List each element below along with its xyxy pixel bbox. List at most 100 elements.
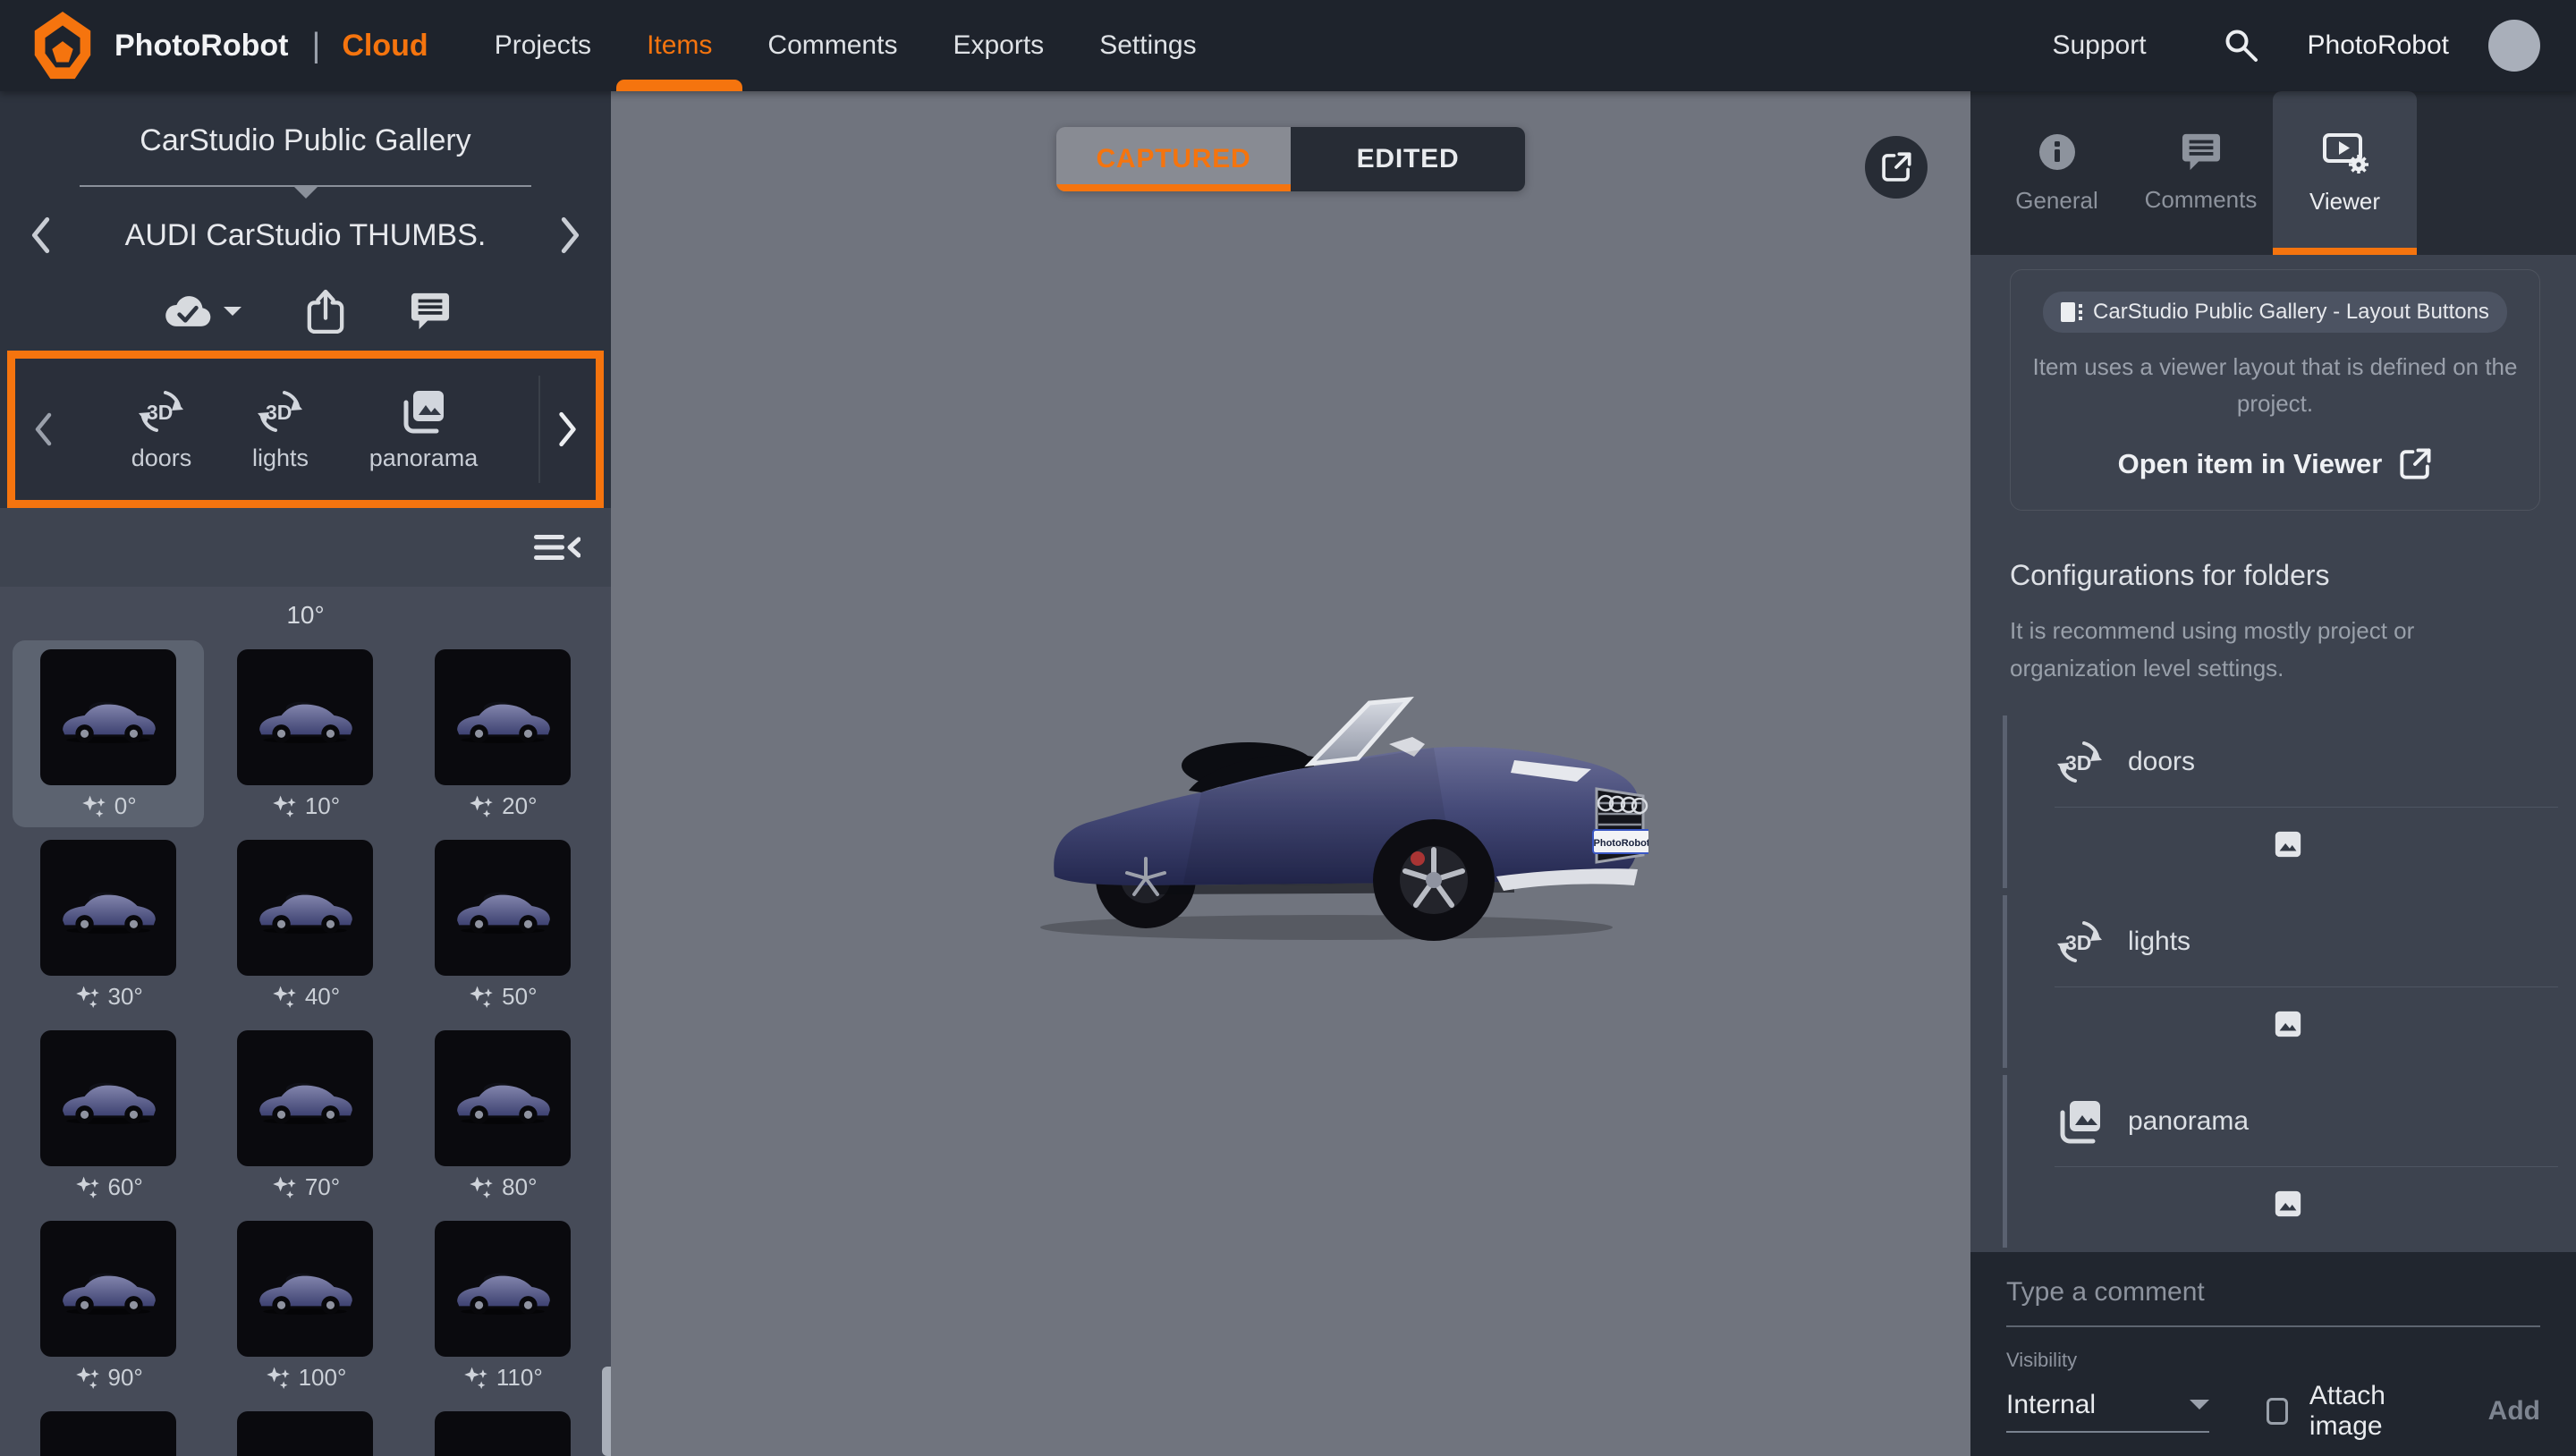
sparkle-icon: [468, 1174, 495, 1201]
search-icon[interactable]: [2224, 28, 2259, 63]
nav-link-settings[interactable]: Settings: [1099, 28, 1196, 63]
cloud-check-icon: [161, 292, 215, 331]
thumbnail-image: [237, 1030, 374, 1166]
collapse-list-icon[interactable]: [534, 534, 580, 561]
info-icon: [2037, 131, 2078, 173]
gallery-title[interactable]: CarStudio Public Gallery: [0, 123, 611, 158]
thumbnail-image: [434, 1411, 571, 1456]
attach-image-label: Attach image: [2309, 1381, 2385, 1441]
folder-header-panorama[interactable]: panorama: [2010, 1096, 2565, 1147]
thumbnail-40[interactable]: 40°: [209, 831, 401, 1018]
angle-group-label: 10°: [286, 601, 325, 629]
sparkle-icon: [74, 1365, 101, 1392]
thumbnail-50[interactable]: 50°: [407, 831, 598, 1018]
open-in-new-icon: [2398, 447, 2432, 481]
photo-stack-icon: [2055, 1096, 2105, 1147]
thumbnail-image: [434, 1030, 571, 1166]
sparkle-icon: [271, 984, 298, 1011]
folder-button-doors[interactable]: doors: [131, 386, 191, 472]
visibility-label: Visibility: [2006, 1349, 2078, 1371]
right-panel: General Comments Viewer CarStudio Public…: [1970, 91, 2576, 1456]
tab-comments[interactable]: Comments: [2129, 91, 2273, 255]
thumbnail-image: [40, 1411, 177, 1456]
tab-edited[interactable]: EDITED: [1291, 127, 1525, 191]
left-sidebar: CarStudio Public Gallery AUDI CarStudio …: [0, 91, 611, 1456]
thumbnail-90[interactable]: 90°: [13, 1212, 204, 1399]
item-title[interactable]: AUDI CarStudio THUMBS.: [54, 218, 557, 253]
folder-image-slot[interactable]: [2010, 1189, 2565, 1219]
thumbnail-image: [434, 840, 571, 976]
attach-image-checkbox-row[interactable]: Attach image: [2266, 1381, 2429, 1442]
brand-name: PhotoRobot: [114, 28, 289, 63]
nav-link-projects[interactable]: Projects: [495, 28, 591, 63]
viewer-settings-icon: [2322, 131, 2368, 174]
next-item-button[interactable]: [557, 216, 584, 255]
thumbnail-image: [40, 1221, 177, 1357]
sparkle-icon: [468, 793, 495, 820]
thumbnail-30[interactable]: 30°: [13, 831, 204, 1018]
thumbnail-130[interactable]: [209, 1402, 401, 1456]
folder-button-panorama[interactable]: panorama: [369, 386, 478, 472]
thumbnail-image: [434, 1221, 571, 1357]
thumbnail-60[interactable]: 60°: [13, 1021, 204, 1208]
comment-bubble-icon[interactable]: [410, 292, 451, 331]
chevron-down-icon: [223, 307, 242, 325]
prev-item-button[interactable]: [27, 216, 54, 255]
tab-general[interactable]: General: [1985, 91, 2129, 255]
thumbnail-10[interactable]: 10°: [209, 640, 401, 827]
account-name[interactable]: PhotoRobot: [2308, 30, 2449, 61]
folder-config-panorama: panorama: [2003, 1071, 2565, 1251]
top-navbar: PhotoRobot | Cloud Projects Items Commen…: [0, 0, 2576, 91]
configurations-heading: Configurations for folders: [2010, 559, 2330, 591]
folder-image-slot[interactable]: [2010, 1009, 2565, 1039]
nav-link-exports[interactable]: Exports: [953, 28, 1044, 63]
photorobot-logo-icon[interactable]: [30, 10, 95, 81]
thumbnail-20[interactable]: 20°: [407, 640, 598, 827]
folder-image-slot[interactable]: [2010, 829, 2565, 859]
sync-status-button[interactable]: [161, 292, 242, 331]
thumbnail-140[interactable]: [407, 1402, 598, 1456]
nav-link-comments[interactable]: Comments: [767, 28, 897, 63]
nav-link-items[interactable]: Items: [615, 28, 743, 91]
thumbnail-70[interactable]: 70°: [209, 1021, 401, 1208]
thumbnail-120[interactable]: [13, 1402, 204, 1456]
sidebar-scrollbar[interactable]: [602, 1367, 611, 1456]
image-icon: [2273, 829, 2303, 859]
folder-configurations-list: doors lights panorama: [1970, 712, 2576, 1251]
thumbnail-list: 10° 0° 10° 20° 30° 40° 50° 60° 70° 80° 9…: [0, 587, 611, 1456]
tab-captured[interactable]: CAPTURED: [1056, 127, 1291, 191]
open-item-in-viewer-button[interactable]: Open item in Viewer: [2027, 447, 2523, 481]
folder-carousel-highlighted: doors lights panorama: [7, 351, 604, 508]
comment-input[interactable]: [2006, 1277, 2540, 1327]
thumbnail-0[interactable]: 0°: [13, 640, 205, 827]
sparkle-icon: [265, 1365, 292, 1392]
attach-image-checkbox[interactable]: [2266, 1398, 2288, 1425]
folder-button-lights[interactable]: lights: [252, 386, 309, 472]
sparkle-icon: [80, 793, 107, 820]
open-in-new-icon: [1880, 151, 1912, 183]
thumbnail-110[interactable]: 110°: [407, 1212, 598, 1399]
tab-viewer[interactable]: Viewer: [2273, 91, 2417, 255]
folder-config-doors: doors: [2003, 712, 2565, 892]
divider: [2055, 807, 2558, 808]
thumbnail-80[interactable]: 80°: [407, 1021, 598, 1208]
upload-icon[interactable]: [306, 289, 345, 334]
open-viewer-button[interactable]: [1865, 136, 1928, 199]
comment-icon: [2181, 132, 2222, 172]
folder-header-doors[interactable]: doors: [2010, 737, 2565, 787]
layout-icon: [2061, 302, 2083, 322]
captured-edited-tabs: CAPTURED EDITED: [1056, 127, 1525, 191]
layout-note: Item uses a viewer layout that is define…: [2032, 353, 2518, 417]
carousel-prev-button[interactable]: [15, 411, 71, 447]
folder-header-lights[interactable]: lights: [2010, 917, 2565, 967]
thumbnail-image: [434, 649, 571, 785]
support-link[interactable]: Support: [2052, 30, 2146, 61]
sparkle-icon: [74, 984, 101, 1011]
avatar[interactable]: [2488, 20, 2540, 72]
add-comment-button[interactable]: Add: [2488, 1396, 2540, 1426]
thumbnail-image: [237, 1411, 374, 1456]
carousel-next-button[interactable]: [540, 411, 596, 448]
thumbnail-100[interactable]: 100°: [209, 1212, 401, 1399]
visibility-select[interactable]: Internal: [2006, 1390, 2209, 1433]
layout-chip[interactable]: CarStudio Public Gallery - Layout Button…: [2043, 292, 2507, 333]
